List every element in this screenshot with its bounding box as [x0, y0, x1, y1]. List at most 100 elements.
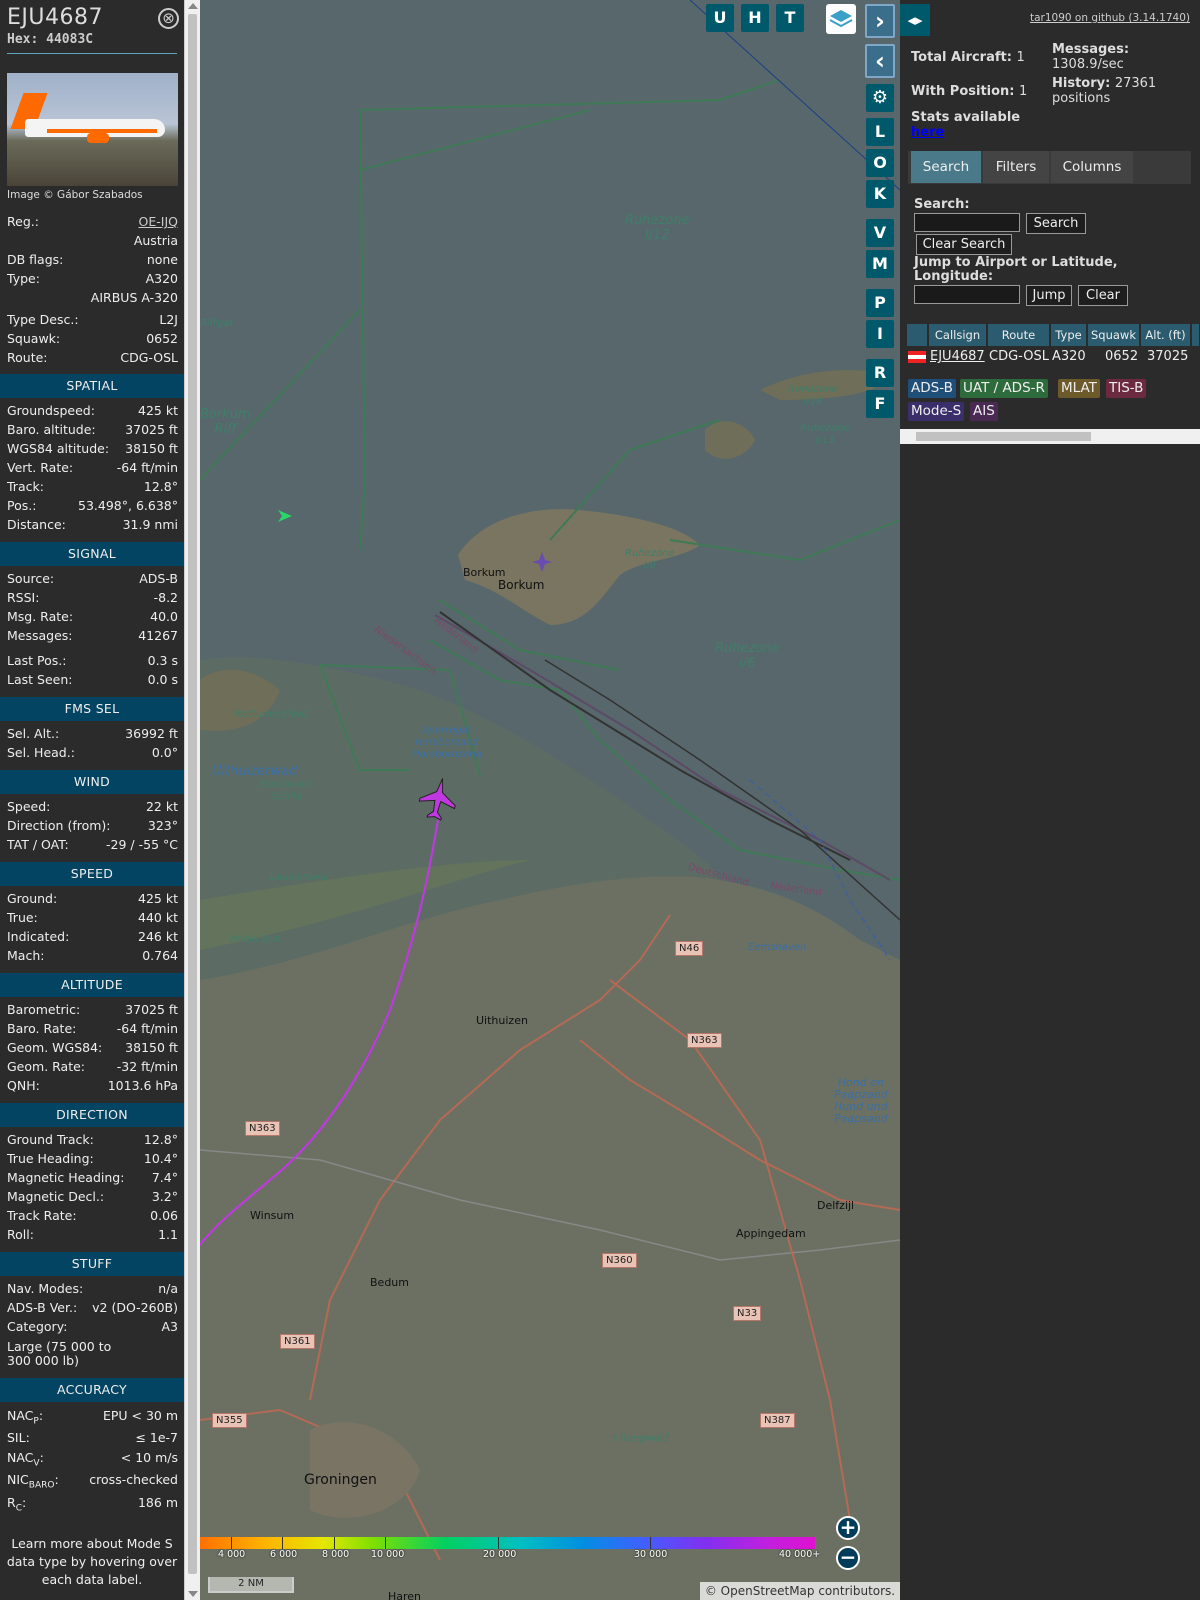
zoom-in-button[interactable]: +	[836, 1516, 860, 1540]
data-value: 36992 ft	[125, 726, 178, 741]
info-row-route: Route: CDG-OSL	[7, 350, 178, 368]
table-header-squawk[interactable]: Squawk	[1088, 324, 1140, 346]
map-button-l[interactable]: L	[866, 118, 894, 146]
jump-input[interactable]	[914, 285, 1020, 304]
github-link[interactable]: tar1090 on github (3.14.1740)	[1030, 12, 1190, 24]
legend-chip-tisb: TIS-B	[1106, 379, 1147, 398]
map-label: Uithuizen	[476, 1014, 528, 1027]
table-header-callsign[interactable]: Callsign	[929, 324, 987, 346]
map-button-k[interactable]: K	[866, 180, 894, 208]
map-button-i[interactable]: I	[866, 320, 894, 348]
jump-button[interactable]: Jump	[1026, 285, 1072, 306]
data-value: 10.4°	[143, 1151, 178, 1166]
map-button-h[interactable]: H	[741, 4, 769, 32]
alt-tick-mark	[385, 1537, 386, 1549]
data-label: Vert. Rate:	[7, 460, 74, 475]
tab-filters[interactable]: Filters	[983, 151, 1049, 183]
scroll-thumb[interactable]	[916, 432, 1091, 441]
flag-icon	[908, 351, 926, 363]
zoom-out-button[interactable]: −	[836, 1546, 860, 1570]
data-label: Magnetic Heading:	[7, 1170, 125, 1185]
search-button[interactable]: Search	[1026, 213, 1086, 234]
data-row: Distance: 31.9 nmi	[7, 517, 178, 535]
data-value: v2 (DO-260B)	[92, 1300, 178, 1315]
data-row: True Heading: 10.4°	[7, 1151, 178, 1169]
data-row: Direction (from): 323°	[7, 818, 178, 836]
map-button-t[interactable]: T	[776, 4, 804, 32]
info-value: L2J	[159, 312, 178, 327]
header-divider	[7, 53, 177, 54]
data-value: 425 kt	[138, 403, 178, 418]
map-button-f[interactable]: F	[866, 390, 894, 418]
data-label: ADS-B Ver.:	[7, 1300, 78, 1315]
info-label: Squawk:	[7, 331, 61, 346]
data-label: Barometric:	[7, 1002, 81, 1017]
stats-link[interactable]: here	[911, 125, 944, 140]
map-button-p[interactable]: P	[866, 289, 894, 317]
category-description: Large (75 000 to 300 000 lb)	[7, 1339, 112, 1368]
map-attribution[interactable]: © OpenStreetMap contributors.	[700, 1582, 900, 1600]
table-cell-type[interactable]: A320	[1052, 347, 1086, 367]
scroll-thumb[interactable]	[188, 14, 197, 1574]
scroll-down-icon[interactable]	[188, 1591, 198, 1597]
data-label: True:	[7, 910, 38, 925]
table-cell-altitude[interactable]: 37025	[1147, 347, 1188, 367]
data-row: NACV: < 10 m/s	[7, 1450, 178, 1469]
map-button-m[interactable]: M	[866, 250, 894, 278]
ground-vehicle-icon[interactable]	[278, 510, 292, 522]
table-header-more	[1192, 324, 1200, 346]
next-aircraft-button[interactable]: ›	[865, 4, 895, 38]
table-cell-route[interactable]: CDG-OSL	[989, 347, 1049, 367]
scroll-up-icon[interactable]	[188, 3, 198, 9]
map-view[interactable]: Ruhezone I/12 Riffgat Borkum Riff Ruhezone…	[200, 0, 900, 1600]
map-button-u[interactable]: U	[706, 4, 734, 32]
close-icon[interactable]: ⊗	[158, 8, 179, 29]
data-label: SIL:	[7, 1430, 30, 1445]
table-cell-squawk[interactable]: 0652	[1105, 347, 1138, 367]
table-horizontal-scrollbar[interactable]	[900, 429, 1200, 444]
clear-search-button[interactable]: Clear Search	[916, 234, 1012, 255]
alt-tick-mark	[650, 1537, 651, 1549]
search-input[interactable]	[914, 213, 1020, 232]
map-button-v[interactable]: V	[866, 219, 894, 247]
data-label: QNH:	[7, 1078, 40, 1093]
data-value: 41267	[138, 628, 178, 643]
info-row-typefull: AIRBUS A-320	[7, 290, 178, 308]
table-header-type[interactable]: Type	[1051, 324, 1087, 346]
table-header-altitude[interactable]: Alt. (ft)	[1141, 324, 1191, 346]
tab-columns[interactable]: Columns	[1051, 151, 1133, 183]
clear-button[interactable]: Clear	[1078, 285, 1128, 306]
layers-icon[interactable]	[826, 4, 856, 34]
map-label: Ruhezone I/13	[800, 423, 850, 446]
section-stuff: STUFF	[0, 1252, 184, 1276]
gear-icon[interactable]: ⚙	[866, 84, 894, 112]
expand-panel-button[interactable]: ◂▸	[900, 4, 930, 36]
registration-link[interactable]: OE-IJQ	[139, 214, 178, 229]
info-value: A320	[145, 271, 178, 286]
map-label: Delfzijl	[817, 1199, 855, 1212]
altitude-color-legend	[200, 1537, 815, 1549]
data-value: 0.06	[150, 1208, 178, 1223]
data-row: Magnetic Heading: 7.4°	[7, 1170, 178, 1188]
map-label: Rottumerplaat	[235, 709, 308, 720]
prev-aircraft-button[interactable]: ‹	[865, 44, 895, 78]
map-label: Ruhezone I/8	[625, 548, 675, 571]
table-header-route[interactable]: Route	[988, 324, 1050, 346]
map-button-o[interactable]: O	[866, 149, 894, 177]
map-button-r[interactable]: R	[866, 359, 894, 387]
aircraft-photo[interactable]	[7, 73, 178, 186]
tab-search[interactable]: Search	[911, 151, 981, 183]
data-row: Last Seen: 0.0 s	[7, 672, 178, 690]
data-row: Nav. Modes: n/a	[7, 1281, 178, 1299]
info-row-typedesc: Type Desc.: L2J	[7, 312, 178, 330]
info-panel-scrollbar[interactable]	[184, 0, 200, 1600]
data-row: Groundspeed: 425 kt	[7, 403, 178, 421]
section-spatial: SPATIAL	[0, 374, 184, 398]
info-value: AIRBUS A-320	[90, 290, 178, 305]
label-text: NAC	[7, 1450, 34, 1465]
table-cell-callsign[interactable]: EJU4687	[930, 347, 985, 367]
data-value: EPU < 30 m	[102, 1408, 178, 1423]
learn-more-text: Learn more about Mode S data type by hov…	[6, 1536, 178, 1587]
info-row-reg: Reg.: OE-IJQ	[7, 214, 178, 232]
data-value: 31.9 nmi	[122, 517, 178, 532]
